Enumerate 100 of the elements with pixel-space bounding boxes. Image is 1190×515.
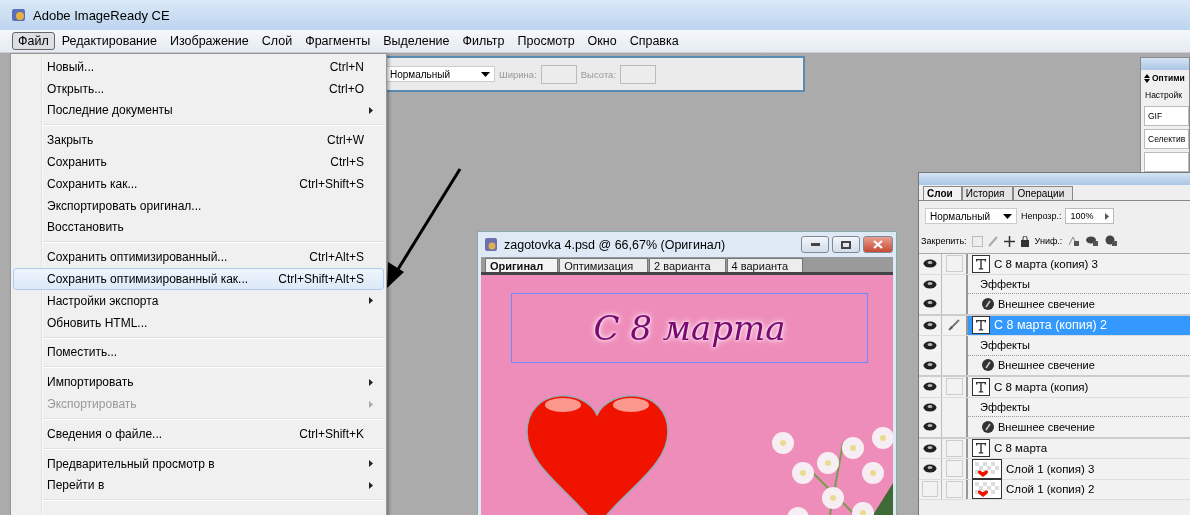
arrow-right-icon <box>1105 212 1110 220</box>
layer-name[interactable]: С 8 марта (копия) 3 <box>994 257 1098 270</box>
menu-item[interactable]: Файл <box>12 32 55 50</box>
maximize-button[interactable] <box>832 236 860 253</box>
eye-icon[interactable] <box>923 299 937 309</box>
menu-item[interactable]: Фильтр <box>456 32 511 50</box>
document-icon <box>484 237 499 252</box>
view-tab[interactable]: 2 варианта <box>649 258 726 272</box>
menu-entry-label: Сведения о файле... <box>47 426 164 441</box>
panel-tab[interactable]: Слои <box>923 186 962 200</box>
eye-icon[interactable] <box>923 464 937 474</box>
menu-item[interactable]: Окно <box>581 32 623 50</box>
menu-entry-label: Сохранить оптимизированный как... <box>47 272 250 287</box>
menu-entry[interactable]: Сохранить как... Ctrl+Shift+S <box>13 173 384 195</box>
menu-entry[interactable]: Импортировать <box>13 371 384 394</box>
menu-entry-label: Перейти в <box>47 478 106 493</box>
effect-name[interactable]: Внешнее свечение <box>998 297 1095 310</box>
link-toggle[interactable] <box>945 378 963 396</box>
eye-icon[interactable] <box>923 422 937 432</box>
lock-icon[interactable] <box>1019 235 1030 247</box>
menu-entry-label: Сохранить <box>47 155 108 170</box>
unify-position-icon[interactable] <box>1067 235 1081 247</box>
unify-style-icon[interactable] <box>1104 235 1119 247</box>
menu-entry[interactable]: Закрыть Ctrl+W <box>13 129 384 152</box>
menu-entry[interactable]: Настройки экспорта <box>13 289 384 312</box>
eye-icon[interactable] <box>923 402 937 412</box>
menu-entry[interactable]: Сохранить Ctrl+S <box>13 151 384 173</box>
eye-icon[interactable] <box>923 259 937 269</box>
menu-entry[interactable]: Поместить... <box>13 341 384 364</box>
link-toggle[interactable] <box>945 480 963 498</box>
close-icon <box>873 240 883 249</box>
blend-mode-dropdown[interactable]: Нормальный <box>385 66 495 82</box>
menu-entry[interactable]: Открыть... Ctrl+O <box>13 77 384 100</box>
menu-entry-label: Предварительный просмотр в <box>47 456 216 471</box>
view-tab[interactable]: Оригинал <box>485 258 559 272</box>
menu-item[interactable]: Редактирование <box>55 32 163 50</box>
menu-entry[interactable]: Новый... Ctrl+N <box>13 56 384 78</box>
menu-entry-label: Открыть... <box>47 81 106 96</box>
layer-name[interactable]: С 8 марта <box>994 442 1048 455</box>
eye-icon[interactable] <box>923 320 937 330</box>
eye-icon[interactable] <box>923 382 937 392</box>
greeting-text: С 8 марта <box>593 308 786 348</box>
link-toggle[interactable] <box>945 460 963 478</box>
effect-icon <box>982 297 994 310</box>
link-toggle[interactable] <box>945 439 963 457</box>
menu-entry[interactable]: Сохранить оптимизированный... Ctrl+Alt+S <box>13 246 384 269</box>
view-tab[interactable]: 4 варианта <box>726 258 804 272</box>
menu-entry[interactable]: Сведения о файле... Ctrl+Shift+K <box>13 422 384 445</box>
minimize-button[interactable] <box>801 236 829 253</box>
eye-icon[interactable] <box>923 360 937 370</box>
effect-name[interactable]: Внешнее свечение <box>998 420 1095 433</box>
minimize-icon <box>810 243 820 246</box>
menu-item[interactable]: Выделение <box>377 32 456 50</box>
palette-dropdown[interactable]: Селектив <box>1144 129 1189 149</box>
menu-item[interactable]: Изображение <box>163 32 255 50</box>
optimize-tab[interactable]: Оптими <box>1141 73 1189 83</box>
layer-name[interactable]: С 8 марта (копия) <box>994 380 1089 393</box>
menu-entry[interactable]: Сохранить оптимизированный как... Ctrl+Shift+Alt+S <box>13 268 384 290</box>
view-tab[interactable]: Оптимизация <box>559 258 649 272</box>
format-dropdown[interactable]: GIF <box>1144 106 1189 126</box>
menu-entry[interactable]: Экспортировать оригинал... <box>13 194 384 217</box>
width-label: Ширина: <box>499 68 537 80</box>
link-toggle[interactable] <box>945 255 963 273</box>
menu-entry-label: Поместить... <box>47 345 119 360</box>
shortcut-text: Ctrl+N <box>329 59 364 74</box>
visibility-toggle[interactable] <box>922 481 938 498</box>
menu-entry[interactable]: Предварительный просмотр в <box>13 452 384 475</box>
layer-name[interactable]: Слой 1 (копия) 3 <box>1006 462 1095 475</box>
shortcut-text: Ctrl+Shift+K <box>299 426 364 441</box>
menu-item[interactable]: Фрагменты <box>299 32 377 50</box>
menu-entry[interactable]: Последние документы <box>13 99 384 122</box>
close-button[interactable] <box>863 236 893 253</box>
unify-visibility-icon[interactable] <box>1085 235 1100 247</box>
shortcut-text: Ctrl+O <box>329 81 364 96</box>
move-icon[interactable] <box>1003 235 1015 247</box>
opacity-field[interactable]: 100% <box>1065 208 1115 224</box>
dropdown-field[interactable] <box>1144 152 1189 172</box>
eye-icon[interactable] <box>923 443 937 453</box>
menu-item[interactable]: Справка <box>623 32 685 50</box>
eye-icon[interactable] <box>923 341 937 351</box>
height-label: Высота: <box>580 68 617 80</box>
dropdown-arrow-icon <box>481 71 490 77</box>
menu-entry-label: Экспортировать <box>47 397 138 412</box>
menu-entry[interactable]: Обновить HTML... <box>13 311 384 334</box>
menu-item[interactable]: Просмотр <box>511 32 581 50</box>
eye-icon[interactable] <box>923 279 937 289</box>
layer-blend-dropdown[interactable]: Нормальный <box>925 208 1017 224</box>
effect-name[interactable]: Внешнее свечение <box>998 359 1095 372</box>
layer-name[interactable]: Слой 1 (копия) 2 <box>1006 483 1095 496</box>
menu-entry[interactable]: Перейти в <box>13 474 384 497</box>
menu-item[interactable]: Слой <box>255 32 299 50</box>
panel-tab[interactable]: История <box>961 186 1014 200</box>
menu-entry-label: Настройки экспорта <box>47 293 160 308</box>
settings-label: Настройк <box>1144 89 1183 102</box>
menu-entry[interactable]: Восстановить <box>13 216 384 239</box>
height-field[interactable] <box>620 64 657 84</box>
lock-label: Закрепить: <box>921 236 967 246</box>
brush-icon[interactable] <box>947 318 961 333</box>
panel-tab[interactable]: Операции <box>1013 186 1074 200</box>
width-field[interactable] <box>540 64 577 84</box>
